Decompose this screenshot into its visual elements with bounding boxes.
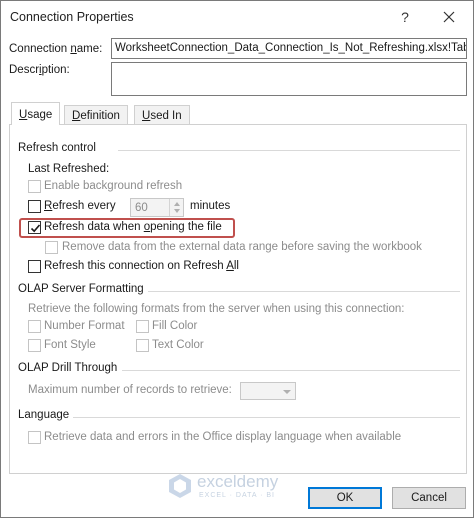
- max-records-label: Maximum number of records to retrieve:: [28, 384, 232, 396]
- spinner-arrows[interactable]: [169, 199, 183, 216]
- connection-name-label: Connection name:: [9, 43, 103, 55]
- description-label: Description:: [9, 64, 70, 76]
- remove-data-checkbox[interactable]: [45, 241, 58, 254]
- max-records-field[interactable]: [240, 382, 296, 400]
- enable-background-refresh-label: Enable background refresh: [44, 180, 183, 192]
- tab-usage[interactable]: Usage: [11, 102, 61, 125]
- refresh-on-open-label: Refresh data when opening the file: [44, 221, 222, 233]
- olap-formatting-header: OLAP Server Formatting: [18, 283, 148, 295]
- fill-color-checkbox[interactable]: [136, 320, 149, 333]
- font-style-label: Font Style: [44, 339, 96, 351]
- refresh-on-open-checkbox[interactable]: [28, 221, 41, 234]
- refresh-control-group: Refresh control: [18, 142, 465, 156]
- watermark-tagline: EXCEL · DATA · BI: [199, 492, 275, 499]
- refresh-minutes-spinner[interactable]: 60: [130, 198, 184, 217]
- title-bar: Connection Properties ?: [1, 1, 473, 33]
- refresh-control-header: Refresh control: [18, 142, 100, 154]
- language-header: Language: [18, 409, 74, 421]
- description-field[interactable]: [111, 62, 467, 96]
- refresh-all-checkbox[interactable]: [28, 260, 41, 273]
- help-button[interactable]: ?: [394, 6, 416, 28]
- last-refreshed-label: Last Refreshed:: [28, 163, 110, 175]
- ok-button[interactable]: OK: [308, 487, 382, 509]
- checkmark-icon: [30, 224, 41, 233]
- minutes-label: minutes: [190, 200, 231, 212]
- spin-down-icon[interactable]: [174, 209, 180, 213]
- office-language-checkbox[interactable]: [28, 431, 41, 444]
- number-format-label: Number Format: [44, 320, 125, 332]
- olap-formatting-intro: Retrieve the following formats from the …: [28, 303, 405, 315]
- text-color-checkbox[interactable]: [136, 339, 149, 352]
- window-title: Connection Properties: [10, 10, 134, 24]
- fill-color-label: Fill Color: [152, 320, 198, 332]
- refresh-all-label: Refresh this connection on Refresh All: [44, 260, 239, 272]
- remove-data-label: Remove data from the external data range…: [62, 241, 422, 253]
- spin-up-icon[interactable]: [174, 202, 180, 206]
- tab-used-in[interactable]: Used In: [134, 105, 190, 125]
- language-group: Language: [18, 409, 465, 423]
- refresh-every-checkbox[interactable]: [28, 200, 41, 213]
- refresh-every-label: Refresh every: [44, 200, 116, 212]
- text-color-label: Text Color: [152, 339, 204, 351]
- olap-drill-group: OLAP Drill Through: [18, 362, 465, 376]
- watermark-name: exceldemy: [197, 472, 279, 491]
- cancel-button[interactable]: Cancel: [392, 487, 466, 509]
- font-style-checkbox[interactable]: [28, 339, 41, 352]
- office-language-label: Retrieve data and errors in the Office d…: [44, 431, 402, 443]
- connection-properties-dialog: Connection Properties ? Connection name:…: [0, 0, 474, 518]
- close-button[interactable]: [437, 6, 461, 28]
- olap-drill-header: OLAP Drill Through: [18, 362, 122, 374]
- refresh-minutes-value: 60: [135, 202, 148, 214]
- connection-name-field[interactable]: WorksheetConnection_Data_Connection_Is_N…: [111, 38, 467, 59]
- tab-definition[interactable]: Definition: [64, 105, 128, 125]
- enable-background-refresh-checkbox[interactable]: [28, 180, 41, 193]
- exceldemy-logo-icon: [169, 474, 191, 498]
- chevron-down-icon[interactable]: [283, 390, 291, 394]
- exceldemy-watermark: exceldemy EXCEL · DATA · BI: [167, 471, 317, 501]
- number-format-checkbox[interactable]: [28, 320, 41, 333]
- close-icon: [443, 11, 455, 23]
- olap-formatting-group: OLAP Server Formatting: [18, 283, 465, 297]
